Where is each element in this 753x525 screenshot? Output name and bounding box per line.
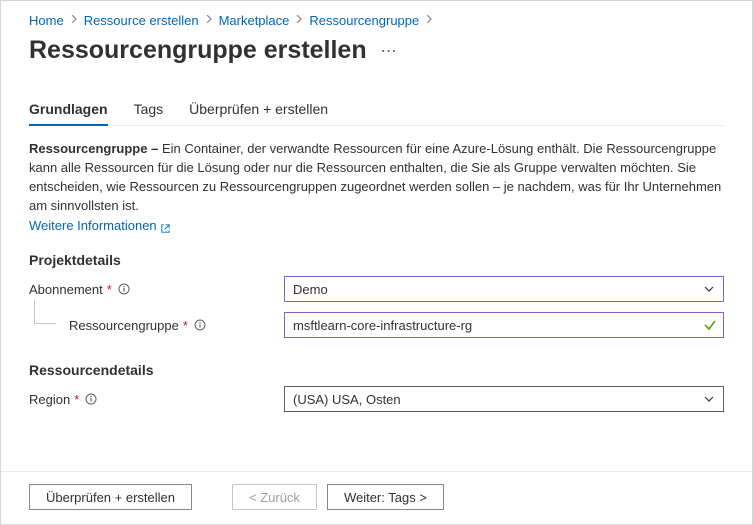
- footer: Überprüfen + erstellen < Zurück Weiter: …: [1, 471, 752, 524]
- breadcrumb-home[interactable]: Home: [29, 13, 64, 28]
- external-link-icon: [160, 221, 171, 232]
- tab-tags[interactable]: Tags: [134, 95, 164, 125]
- info-icon[interactable]: [118, 283, 130, 295]
- breadcrumb-create-resource[interactable]: Ressource erstellen: [84, 13, 199, 28]
- check-icon: [703, 318, 717, 332]
- subscription-value: Demo: [293, 282, 328, 297]
- learn-more-link[interactable]: Weitere Informationen: [29, 217, 171, 236]
- chevron-right-icon: [425, 15, 433, 26]
- tab-basics[interactable]: Grundlagen: [29, 95, 108, 125]
- required-indicator: *: [107, 282, 112, 297]
- breadcrumb-marketplace[interactable]: Marketplace: [219, 13, 290, 28]
- info-icon[interactable]: [194, 319, 206, 331]
- tab-review-create[interactable]: Überprüfen + erstellen: [189, 95, 328, 125]
- more-icon[interactable]: ⋯: [381, 41, 399, 61]
- description-lead: Ressourcengruppe –: [29, 141, 162, 156]
- required-indicator: *: [183, 318, 188, 333]
- description: Ressourcengruppe – Ein Container, der ve…: [29, 140, 724, 236]
- learn-more-label: Weitere Informationen: [29, 217, 157, 236]
- section-resource-details: Ressourcendetails: [29, 362, 724, 378]
- resource-group-label: Ressourcengruppe: [69, 318, 179, 333]
- chevron-down-icon: [703, 283, 715, 295]
- chevron-right-icon: [70, 15, 78, 26]
- info-icon[interactable]: [85, 393, 97, 405]
- next-button[interactable]: Weiter: Tags >: [327, 484, 444, 510]
- hierarchy-connector: [34, 300, 56, 324]
- tabs: Grundlagen Tags Überprüfen + erstellen: [29, 95, 724, 126]
- back-button: < Zurück: [232, 484, 317, 510]
- resource-group-input-wrap: [284, 312, 724, 338]
- subscription-label: Abonnement: [29, 282, 103, 297]
- chevron-right-icon: [205, 15, 213, 26]
- section-project-details: Projektdetails: [29, 252, 724, 268]
- page-title: Ressourcengruppe erstellen: [29, 36, 367, 65]
- region-label: Region: [29, 392, 70, 407]
- chevron-down-icon: [703, 393, 715, 405]
- breadcrumb-resource-group[interactable]: Ressourcengruppe: [309, 13, 419, 28]
- region-select[interactable]: (USA) USA, Osten: [284, 386, 724, 412]
- chevron-right-icon: [295, 15, 303, 26]
- subscription-select[interactable]: Demo: [284, 276, 724, 302]
- resource-group-input[interactable]: [293, 318, 695, 333]
- breadcrumb: Home Ressource erstellen Marketplace Res…: [29, 11, 724, 28]
- region-value: (USA) USA, Osten: [293, 392, 401, 407]
- review-create-button[interactable]: Überprüfen + erstellen: [29, 484, 192, 510]
- required-indicator: *: [74, 392, 79, 407]
